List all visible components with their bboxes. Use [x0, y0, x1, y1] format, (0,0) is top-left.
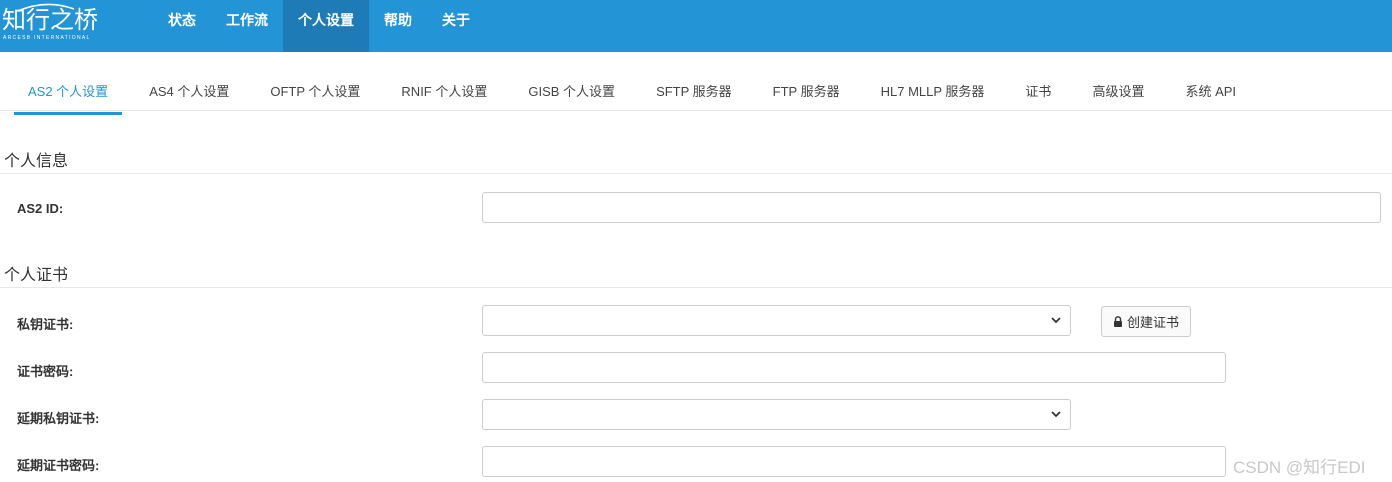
tab-oftp-profile[interactable]: OFTP 个人设置 [256, 73, 374, 115]
section-title-personal-cert: 个人证书 [4, 267, 69, 284]
watermark-text: CSDN @知行EDI [1233, 458, 1366, 477]
top-nav-help[interactable]: 帮助 [369, 0, 427, 52]
tab-sftp-server[interactable]: SFTP 服务器 [642, 73, 746, 115]
as2-id-input[interactable] [482, 192, 1381, 223]
top-nav-status[interactable]: 状态 [153, 0, 211, 52]
cert-password-input[interactable] [482, 352, 1226, 383]
private-cert-label: 私钥证书: [17, 317, 74, 332]
top-nav-about[interactable]: 关于 [427, 0, 485, 52]
tabs-divider [0, 110, 1392, 111]
private-cert-select[interactable] [482, 305, 1071, 336]
create-cert-button[interactable]: 创建证书 [1101, 306, 1191, 337]
top-nav-profile[interactable]: 个人设置 [283, 0, 369, 52]
section-divider [0, 173, 1392, 174]
extended-private-cert-select[interactable] [482, 399, 1071, 430]
chevron-down-icon [1051, 317, 1061, 324]
tab-hl7-mllp-server[interactable]: HL7 MLLP 服务器 [867, 73, 999, 115]
extended-cert-password-label: 延期证书密码: [17, 458, 100, 473]
tab-as2-profile[interactable]: AS2 个人设置 [14, 73, 123, 115]
tab-ftp-server[interactable]: FTP 服务器 [759, 73, 854, 115]
extended-private-cert-label: 延期私钥证书: [17, 411, 100, 426]
extended-cert-password-input[interactable] [482, 446, 1226, 477]
brand-logo[interactable]: 知行之桥 ARCESB INTERNATIONAL [2, 2, 98, 46]
tab-system-api[interactable]: 系统 API [1171, 73, 1250, 115]
top-header: 知行之桥 ARCESB INTERNATIONAL 状态 工作流 个人设置 帮助… [0, 0, 1392, 52]
logo-text: 知行之桥 [2, 6, 98, 34]
tab-gisb-profile[interactable]: GISB 个人设置 [514, 73, 629, 115]
create-cert-button-label: 创建证书 [1126, 315, 1179, 330]
lock-icon [1113, 316, 1122, 327]
tab-as4-profile[interactable]: AS4 个人设置 [135, 73, 243, 115]
tab-certificates[interactable]: 证书 [1011, 73, 1065, 115]
chevron-down-icon [1051, 411, 1061, 418]
profile-tabs: AS2 个人设置 AS4 个人设置 OFTP 个人设置 RNIF 个人设置 GI… [14, 73, 1263, 115]
top-nav-workflow[interactable]: 工作流 [211, 0, 283, 52]
tab-rnif-profile[interactable]: RNIF 个人设置 [387, 73, 501, 115]
cert-password-label: 证书密码: [17, 364, 74, 379]
tab-advanced-settings[interactable]: 高级设置 [1078, 73, 1158, 115]
as2-id-label: AS2 ID: [17, 201, 64, 216]
logo-subtext: ARCESB INTERNATIONAL [3, 35, 91, 41]
section-title-personal-info: 个人信息 [4, 153, 69, 170]
section-divider [0, 287, 1392, 288]
top-nav: 状态 工作流 个人设置 帮助 关于 [153, 0, 485, 52]
